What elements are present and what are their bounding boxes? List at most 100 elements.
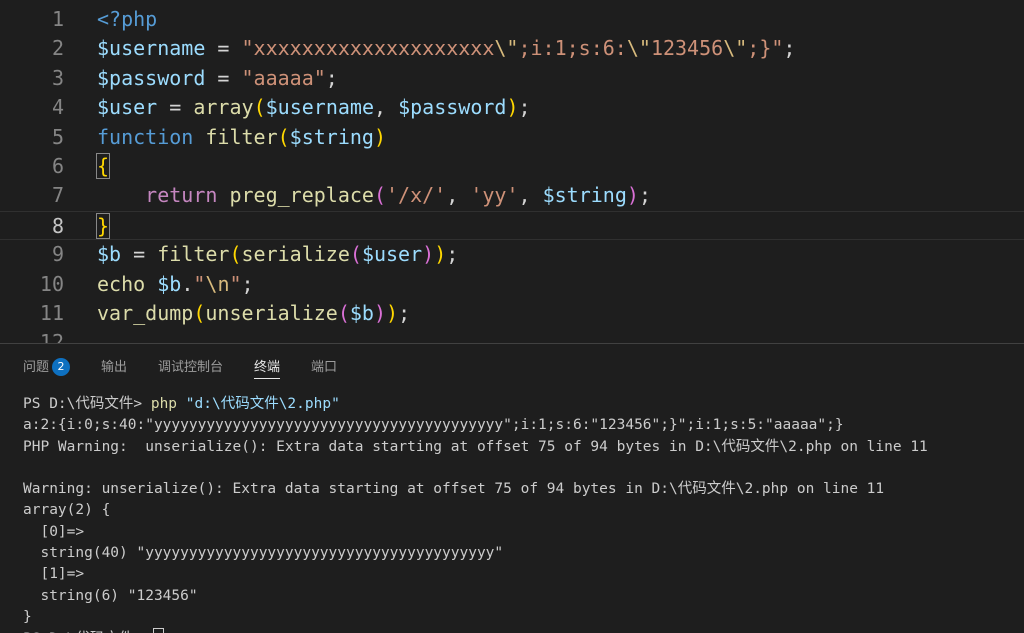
- panel-tab[interactable]: 调试控制台: [158, 358, 223, 378]
- panel-tab[interactable]: 端口: [311, 358, 337, 378]
- code-token: (: [193, 301, 206, 325]
- code-token: $string: [289, 124, 374, 149]
- code-token: ): [434, 242, 447, 267]
- panel-tab-label: 问题: [23, 360, 50, 375]
- code-token: ;}": [747, 36, 784, 61]
- line-number: 6: [51, 154, 64, 178]
- code-line[interactable]: 7 return preg_replace('/x/', 'yy', $stri…: [0, 181, 1024, 210]
- code-line[interactable]: 11 var_dump(unserialize($b));: [0, 299, 1024, 328]
- panel-tab-label: 输出: [101, 360, 128, 375]
- code-text: {: [95, 152, 111, 181]
- terminal-output-line: string(6) "123456": [23, 587, 198, 604]
- code-token: array: [193, 95, 254, 120]
- line-number: 5: [51, 124, 64, 149]
- code-token: (: [253, 95, 266, 120]
- code-text: $user = array($username, $password);: [97, 93, 531, 122]
- panel-tab[interactable]: 终端: [254, 358, 281, 379]
- code-token: filter: [205, 124, 278, 149]
- code-token: =: [205, 36, 242, 61]
- problems-count-badge: 2: [52, 358, 71, 376]
- code-token: ): [422, 242, 435, 267]
- code-editor[interactable]: 1 <?php 2 $username = "xxxxxxxxxxxxxxxxxxxx…: [0, 0, 1024, 343]
- line-number: 4: [51, 95, 64, 120]
- code-token: <?php: [97, 7, 158, 31]
- code-token: (: [373, 183, 387, 208]
- code-token: ): [626, 183, 639, 208]
- code-line[interactable]: 2 $username = "xxxxxxxxxxxxxxxxxxxx\";i:1…: [0, 34, 1024, 63]
- code-line[interactable]: 10 echo $b."\n";: [0, 270, 1024, 299]
- terminal-output-line: [1]=>: [23, 566, 85, 583]
- code-line[interactable]: 6{: [0, 152, 1024, 181]
- code-token: =: [157, 95, 194, 120]
- terminal-output-line: string(40) "yyyyyyyyyyyyyyyyyyyyyyyyyyyy…: [23, 545, 504, 562]
- terminal-prompt-line: PS D:\代码文件> php "d:\代码文件\2.php": [23, 394, 1013, 415]
- terminal[interactable]: PS D:\代码文件> php "d:\代码文件\2.php" a:2:{i:0;…: [23, 394, 1013, 633]
- line-number: 8: [51, 213, 64, 238]
- code-token: ": [193, 271, 206, 296]
- code-token: $b: [97, 242, 122, 267]
- terminal-argument: "d:\代码文件\2.php": [177, 396, 340, 412]
- code-token: ): [506, 95, 519, 120]
- code-token: \": [494, 36, 519, 61]
- terminal-prompt-line: PS D:\代码文件>: [23, 628, 1013, 633]
- line-number: 7: [51, 183, 64, 208]
- code-token: }: [95, 212, 111, 239]
- terminal-output-line: Warning: unserialize(): Extra data start…: [23, 481, 885, 498]
- line-number: 1: [51, 7, 64, 31]
- code-token: ;: [638, 183, 651, 208]
- code-token: $password: [97, 65, 206, 90]
- code-token: "aaaaa": [241, 65, 326, 90]
- bottom-panel: 问题 2 输出 调试控制台 终端 端口 PS D:\代码文件> php "d:\代码文件\…: [0, 343, 1024, 633]
- code-token: filter: [157, 242, 230, 267]
- code-line[interactable]: 3 $password = "aaaaa";: [0, 64, 1024, 93]
- code-token: ;: [241, 271, 254, 296]
- code-line[interactable]: 12: [0, 328, 1024, 343]
- code-token: unserialize: [205, 301, 338, 325]
- code-token: $user: [361, 242, 423, 267]
- code-token: ;i:1;s:6:: [518, 36, 627, 61]
- terminal-output-line: a:2:{i:0;s:40:"yyyyyyyyyyyyyyyyyyyyyyyyy…: [23, 417, 844, 434]
- code-token: $b: [157, 271, 182, 296]
- code-line[interactable]: 9 $b = filter(serialize($user));: [0, 240, 1024, 269]
- code-token: '/x/': [386, 183, 447, 208]
- code-token: $user: [97, 95, 158, 120]
- code-token: ,: [446, 183, 471, 208]
- line-number: 12: [39, 330, 64, 343]
- line-number: 10: [39, 271, 64, 296]
- code-token: =: [121, 242, 158, 267]
- code-token: =: [205, 65, 242, 90]
- code-token: $username: [97, 36, 206, 61]
- code-token: function: [97, 124, 206, 149]
- code-text: function filter($string): [97, 123, 386, 152]
- code-text: $b = filter(serialize($user));: [97, 240, 458, 269]
- code-token: ;: [518, 95, 531, 120]
- terminal-cursor: [152, 628, 164, 633]
- code-line[interactable]: 1 <?php: [0, 5, 1024, 34]
- code-token: 123456: [650, 36, 724, 61]
- panel-tab[interactable]: 输出: [101, 358, 127, 378]
- code-token: ;: [783, 36, 796, 61]
- code-token: (: [337, 301, 350, 325]
- code-token: \n: [205, 271, 230, 296]
- panel-tab[interactable]: 问题 2: [23, 358, 71, 378]
- code-line[interactable]: 8}: [0, 210, 1024, 240]
- code-token: $b: [349, 301, 374, 325]
- line-number: 3: [51, 65, 64, 90]
- code-token: "xxxxxxxxxxxxxxxxxxxx: [241, 36, 495, 61]
- code-text: var_dump(unserialize($b));: [97, 299, 410, 328]
- terminal-output-line: PHP Warning: unserialize(): Extra data s…: [23, 438, 928, 455]
- code-line[interactable]: 5 function filter($string): [0, 123, 1024, 152]
- code-token: 'yy': [470, 183, 519, 208]
- code-line[interactable]: 4 $user = array($username, $password);: [0, 93, 1024, 122]
- terminal-output-line: [0]=>: [23, 523, 85, 540]
- code-token: $username: [265, 95, 374, 120]
- code-token: $password: [398, 95, 507, 120]
- code-token: .: [181, 271, 194, 296]
- panel-tab-label: 端口: [311, 360, 338, 375]
- code-text: $password = "aaaaa";: [97, 64, 338, 93]
- code-token: ": [229, 271, 242, 296]
- panel-tabs: 问题 2 输出 调试控制台 终端 端口: [0, 344, 1024, 388]
- code-token: ): [373, 301, 387, 325]
- code-token: serialize: [241, 242, 350, 267]
